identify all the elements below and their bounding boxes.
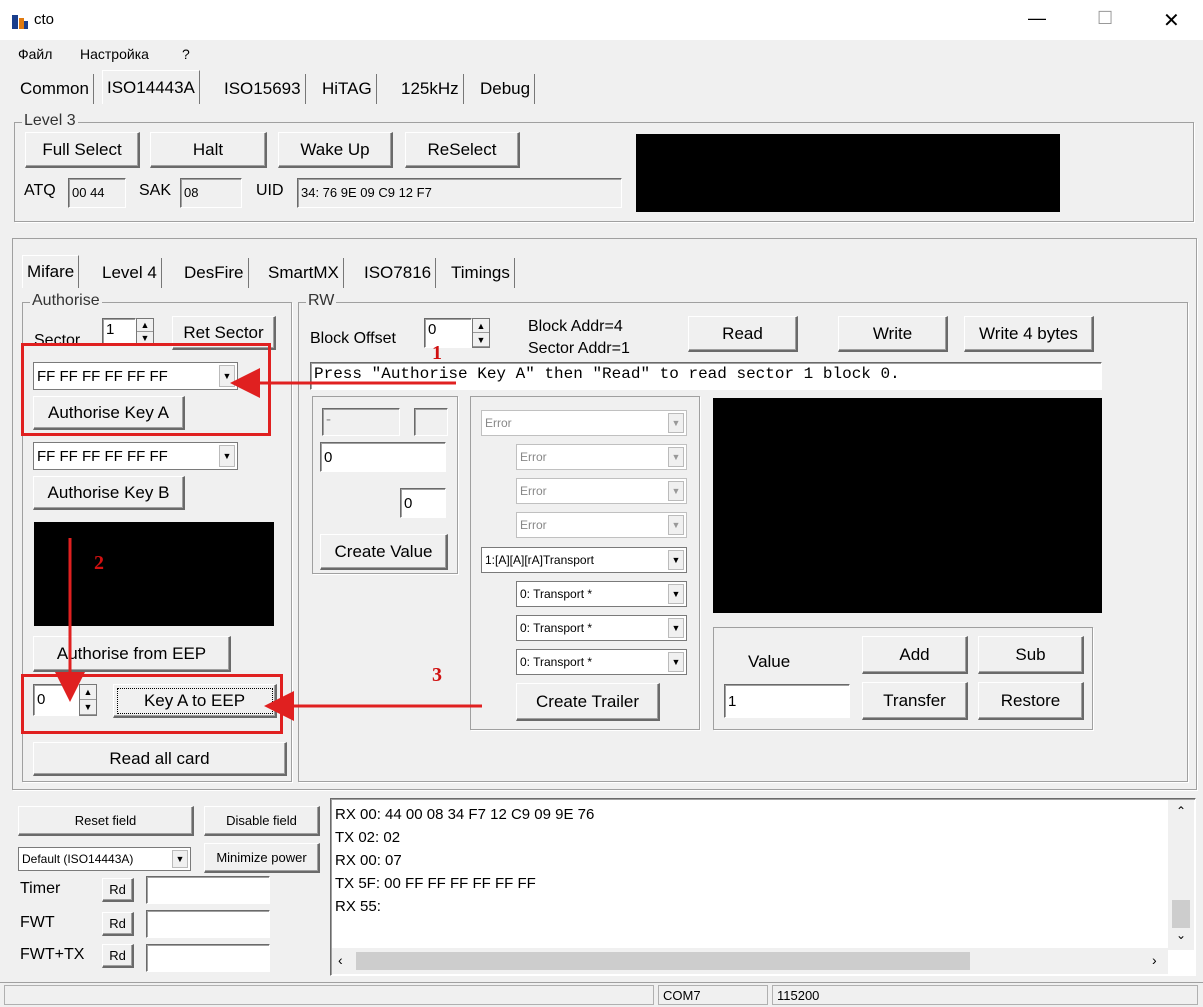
annotation-2: 2 <box>94 552 104 574</box>
annotation-3: 3 <box>432 664 442 686</box>
annotation-1: 1 <box>432 342 442 364</box>
annotation-arrows <box>55 368 482 721</box>
